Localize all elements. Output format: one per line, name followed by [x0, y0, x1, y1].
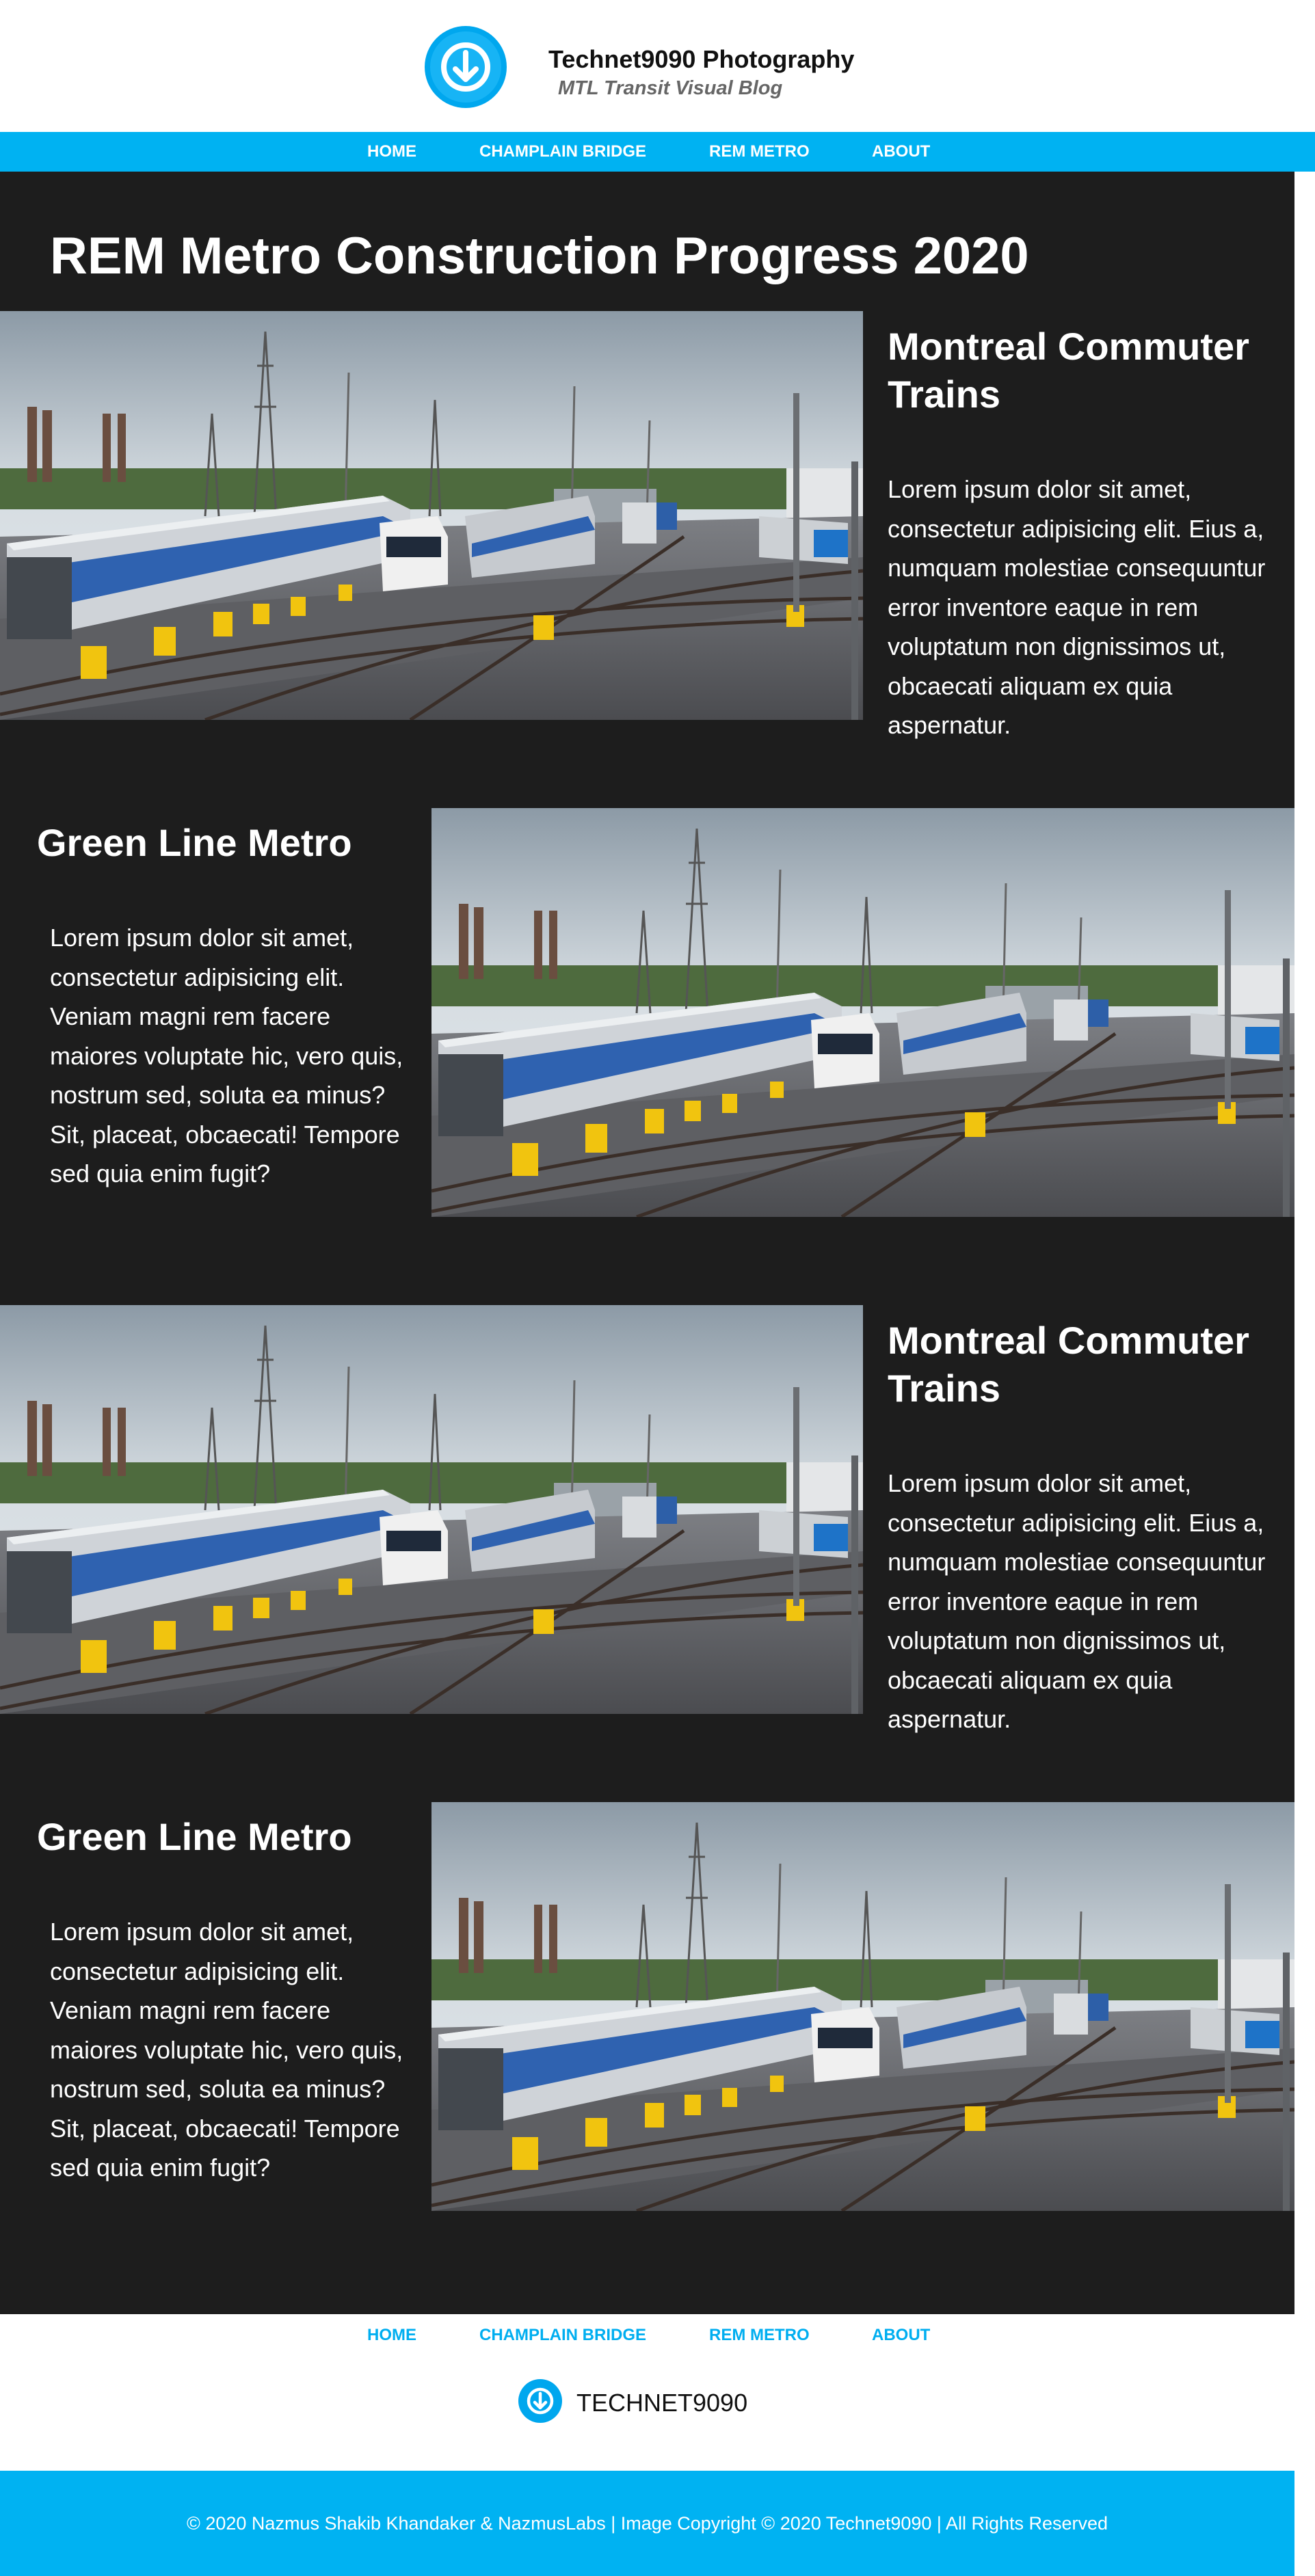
section-photo [0, 1305, 863, 1714]
copyright-bar: © 2020 Nazmus Shakib Khandaker & NazmusL… [0, 2471, 1294, 2576]
rail-yard-photo [0, 1305, 863, 1714]
down-arrow-circle-icon[interactable] [423, 24, 509, 110]
main-content: REM Metro Construction Progress 2020 Mon… [0, 172, 1294, 2314]
footer-brand: TECHNET9090 [576, 2389, 748, 2417]
section-body: Lorem ipsum dolor sit amet, consectetur … [888, 475, 1266, 739]
section-body: Lorem ipsum dolor sit amet, consectetur … [50, 924, 403, 1188]
section-heading: Green Line Metro [37, 1815, 352, 1858]
nav-home[interactable]: HOME [367, 132, 416, 172]
rail-yard-photo [0, 311, 863, 720]
section-heading: Montreal Commuter Trains [888, 325, 1249, 416]
section-photo [431, 1802, 1294, 2211]
section-heading: Green Line Metro [37, 821, 352, 864]
footer-nav-champlain-bridge[interactable]: CHAMPLAIN BRIDGE [479, 2326, 646, 2345]
nav-about[interactable]: ABOUT [872, 132, 930, 172]
page-title: REM Metro Construction Progress 2020 [50, 227, 1029, 285]
site-title: Technet9090 Photography [548, 45, 855, 73]
copyright-text: © 2020 Nazmus Shakib Khandaker & NazmusL… [186, 2513, 1108, 2534]
footer-nav-rem-metro[interactable]: REM METRO [709, 2326, 810, 2345]
site-subtitle: MTL Transit Visual Blog [558, 77, 783, 99]
section-photo [0, 311, 863, 720]
down-arrow-circle-icon[interactable] [518, 2378, 563, 2424]
section-photo [431, 808, 1294, 1217]
nav-rem-metro[interactable]: REM METRO [709, 132, 810, 172]
nav-champlain-bridge[interactable]: CHAMPLAIN BRIDGE [479, 132, 646, 172]
site-footer: HOME CHAMPLAIN BRIDGE REM METRO ABOUT TE… [0, 2314, 1294, 2471]
rail-yard-photo [431, 808, 1294, 1217]
main-nav: HOME CHAMPLAIN BRIDGE REM METRO ABOUT [0, 132, 1315, 172]
footer-nav-home[interactable]: HOME [367, 2326, 416, 2345]
footer-nav-about[interactable]: ABOUT [872, 2326, 930, 2345]
section-body: Lorem ipsum dolor sit amet, consectetur … [888, 1469, 1266, 1733]
section-body: Lorem ipsum dolor sit amet, consectetur … [50, 1918, 403, 2182]
page-edge [1294, 172, 1315, 2314]
section-heading: Montreal Commuter Trains [888, 1319, 1249, 1410]
site-header: Technet9090 Photography MTL Transit Visu… [0, 0, 1315, 132]
rail-yard-photo [431, 1802, 1294, 2211]
